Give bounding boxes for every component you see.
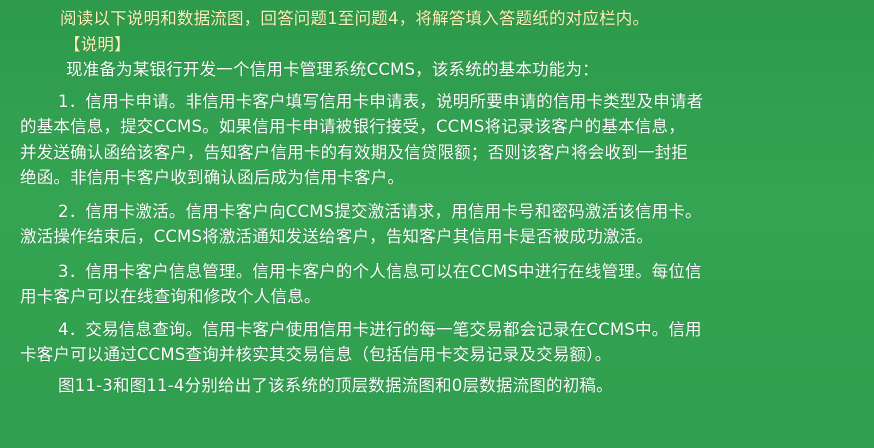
item-2-paragraph: 2．信用卡激活。信用卡客户向CCMS提交激活请求，用信用卡号和密码激活该信用卡。…	[20, 199, 860, 250]
item-4-paragraph: 4．交易信息查询。信用卡客户使用信用卡进行的每一笔交易都会记录在CCMS中。信用…	[20, 317, 860, 368]
item-2-line: 激活操作结束后，CCMS将激活通知发送给客户，告知客户其信用卡是否被成功激活。	[20, 227, 654, 246]
item-3-line: 3．信用卡客户信息管理。信用卡客户的个人信息可以在CCMS中进行在线管理。每位信	[58, 261, 702, 281]
item-2-line: 2．信用卡激活。信用卡客户向CCMS提交激活请求，用信用卡号和密码激活该信用卡。	[58, 201, 702, 221]
item-4-line: 卡客户可以通过CCMS查询并核实其交易信息（包括信用卡交易记录及交易额）。	[20, 345, 612, 364]
item-3-line: 用卡客户可以在线查询和修改个人信息。	[20, 287, 321, 306]
lead-paragraph: 现准备为某银行开发一个信用卡管理系统CCMS，该系统的基本功能为：	[66, 60, 599, 79]
instruction-text: 阅读以下说明和数据流图，回答问题1至问题4，将解答填入答题纸的对应栏内。	[60, 9, 650, 28]
item-1-paragraph: 1．信用卡申请。非信用卡客户填写信用卡申请表，说明所要申请的信用卡类型及申请者 …	[20, 89, 860, 191]
item-1-line: 的基本信息，提交CCMS。如果信用卡申请被银行接受，CCMS将记录该客户的基本信…	[20, 117, 685, 136]
item-3-paragraph: 3．信用卡客户信息管理。信用卡客户的个人信息可以在CCMS中进行在线管理。每位信…	[20, 259, 860, 310]
closing-paragraph: 图11-3和图11-4分别给出了该系统的顶层数据流图和0层数据流图的初稿。	[58, 375, 613, 395]
item-1-line: 1．信用卡申请。非信用卡客户填写信用卡申请表，说明所要申请的信用卡类型及申请者	[58, 91, 704, 111]
item-1-line: 并发送确认函给该客户，告知客户信用卡的有效期及信贷限额；否则该客户将会收到一封拒	[20, 142, 688, 162]
section-label: 【说明】	[64, 34, 131, 54]
item-1-line: 绝函。非信用卡客户收到确认函后成为信用卡客户。	[20, 168, 405, 187]
item-4-line: 4．交易信息查询。信用卡客户使用信用卡进行的每一笔交易都会记录在CCMS中。信用	[58, 319, 702, 339]
document-slide: 阅读以下说明和数据流图，回答问题1至问题4，将解答填入答题纸的对应栏内。 【说明…	[0, 0, 874, 448]
